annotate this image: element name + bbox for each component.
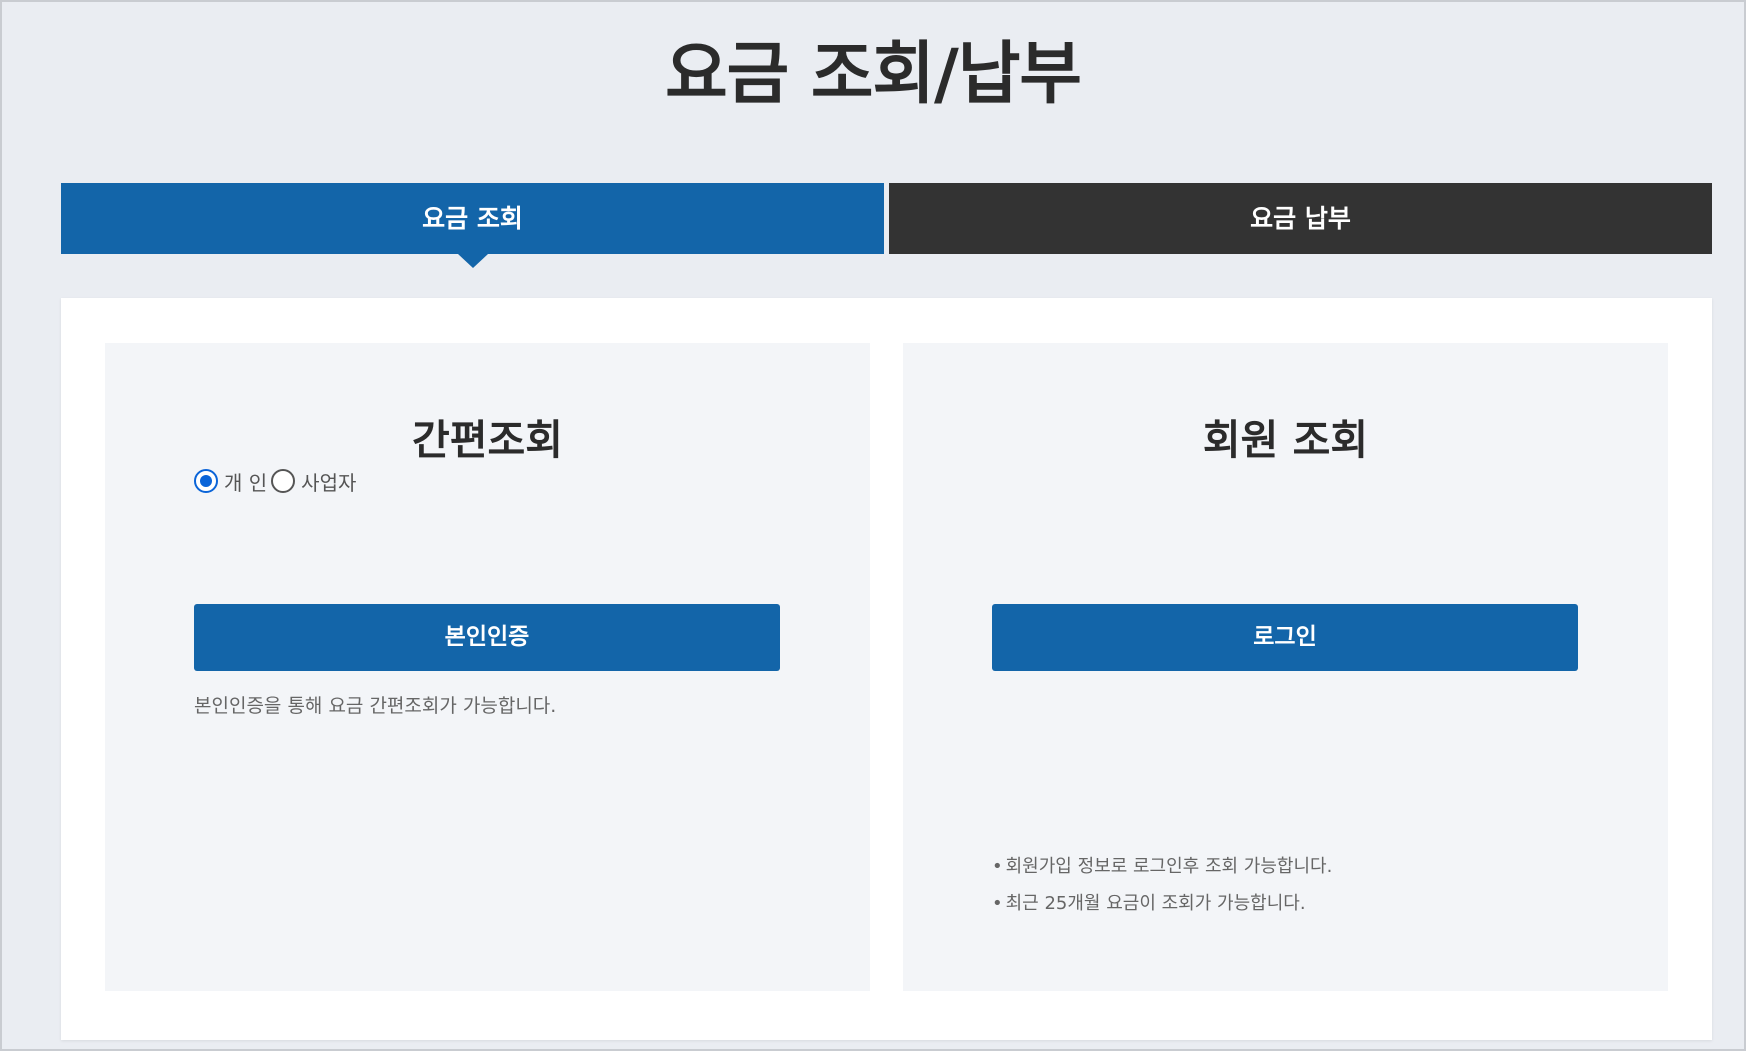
simple-lookup-card: 간편조회 개 인 사업자 본인인증 본인인증을 통해 요금 간편조회가 가능합니… [105,343,870,991]
tab-bar: 요금 조회 요금 납부 [61,183,1712,268]
page-frame: 요금 조회/납부 요금 조회 요금 납부 간편조회 개 인 사업자 본인인증 본… [2,2,1744,1049]
tab-fee-lookup[interactable]: 요금 조회 [61,183,884,268]
member-lookup-notes: 회원가입 정보로 로그인후 조회 가능합니다. 최근 25개월 요금이 조회가 … [992,848,1333,922]
login-button[interactable]: 로그인 [992,604,1578,671]
note-item: 최근 25개월 요금이 조회가 가능합니다. [992,885,1332,922]
radio-business-label: 사업자 [301,470,357,495]
customer-type-radio-group: 개 인 사업자 [194,466,360,496]
note-item: 회원가입 정보로 로그인후 조회 가능합니다. [992,848,1333,885]
member-lookup-card: 회원 조회 로그인 회원가입 정보로 로그인후 조회 가능합니다. 최근 25개… [903,343,1668,991]
content-panel: 간편조회 개 인 사업자 본인인증 본인인증을 통해 요금 간편조회가 가능합니… [61,298,1712,1040]
radio-individual[interactable] [194,469,218,493]
page-title: 요금 조회/납부 [665,35,1082,114]
radio-individual-label: 개 인 [224,470,268,495]
tab-fee-payment[interactable]: 요금 납부 [889,183,1712,254]
radio-business[interactable] [271,469,296,493]
simple-lookup-title: 간편조회 [412,416,563,464]
member-lookup-title: 회원 조회 [1202,416,1369,464]
simple-lookup-helper-text: 본인인증을 통해 요금 간편조회가 가능합니다. [194,695,557,717]
identity-verification-button[interactable]: 본인인증 [194,604,780,671]
